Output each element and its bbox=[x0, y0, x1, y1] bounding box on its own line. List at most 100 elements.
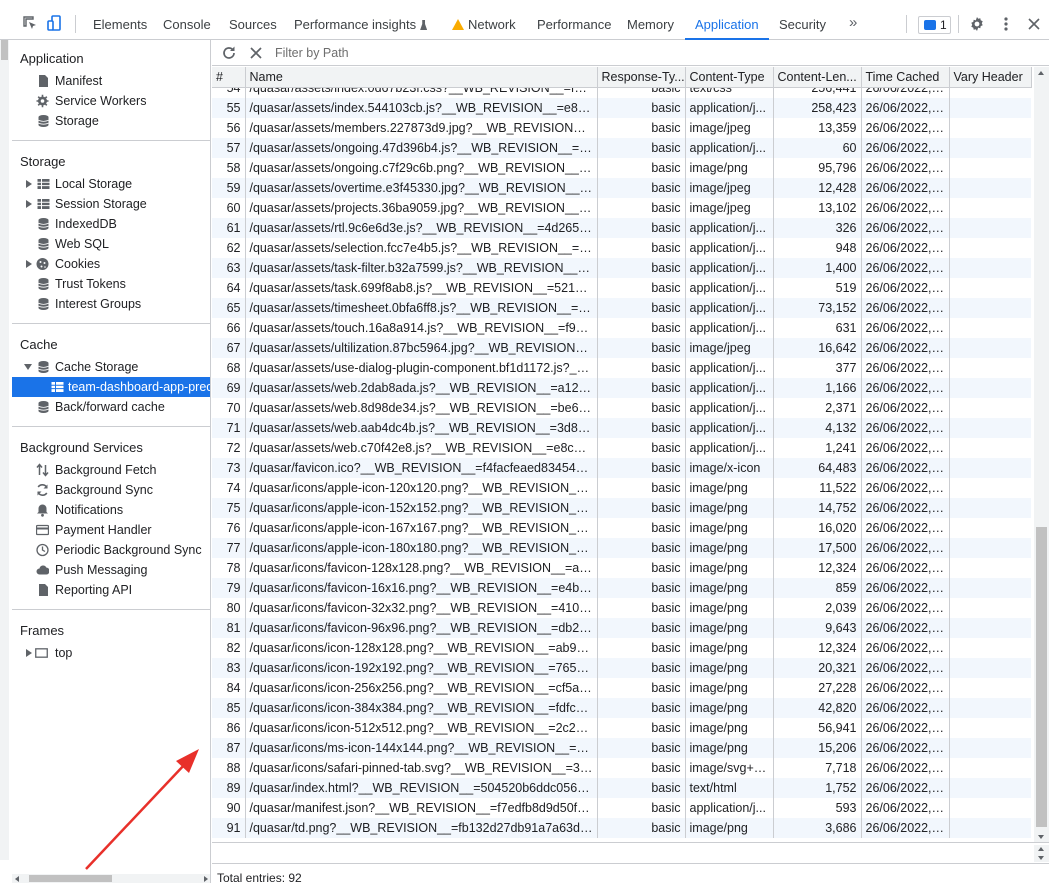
table-row[interactable]: 55/quasar/assets/index.544103cb.js?__WB_… bbox=[212, 98, 1031, 118]
scroll-left-icon[interactable] bbox=[15, 876, 19, 882]
sidebar-item-web-sql[interactable]: Web SQL bbox=[12, 234, 210, 254]
sidebar-item-push-messaging[interactable]: Push Messaging bbox=[12, 560, 210, 580]
column-header-name[interactable]: Name bbox=[245, 67, 598, 88]
table-row[interactable]: 88/quasar/icons/safari-pinned-tab.svg?__… bbox=[212, 758, 1031, 778]
sidebar-item-storage[interactable]: Storage bbox=[12, 111, 210, 131]
table-vertical-scrollbar[interactable] bbox=[1034, 67, 1049, 842]
column-header-time-cached[interactable]: Time Cached bbox=[861, 67, 950, 88]
sidebar-item-notifications[interactable]: Notifications bbox=[12, 500, 210, 520]
column-header-content-length[interactable]: Content-Len... bbox=[773, 67, 862, 88]
table-row[interactable]: 72/quasar/assets/web.c70f42e8.js?__WB_RE… bbox=[212, 438, 1031, 458]
filter-by-path-input[interactable] bbox=[272, 43, 1048, 63]
table-row[interactable]: 67/quasar/assets/ultilization.87bc5964.j… bbox=[212, 338, 1031, 358]
sidebar-item-back-forward-cache[interactable]: Back/forward cache bbox=[12, 397, 210, 417]
column-header-index[interactable]: # bbox=[212, 67, 246, 88]
scroll-down-icon[interactable] bbox=[1038, 856, 1044, 860]
table-row[interactable]: 56/quasar/assets/members.227873d9.jpg?__… bbox=[212, 118, 1031, 138]
table-row[interactable]: 84/quasar/icons/icon-256x256.png?__WB_RE… bbox=[212, 678, 1031, 698]
preview-scrollbar[interactable] bbox=[1034, 845, 1049, 862]
sidebar-item-background-sync[interactable]: Background Sync bbox=[12, 480, 210, 500]
expand-arrow-icon[interactable] bbox=[26, 260, 32, 268]
close-icon[interactable] bbox=[1027, 16, 1041, 32]
sidebar-item-trust-tokens[interactable]: Trust Tokens bbox=[12, 274, 210, 294]
column-header-vary-header[interactable]: Vary Header bbox=[949, 67, 1032, 88]
clear-icon[interactable] bbox=[249, 45, 263, 61]
tab-memory[interactable]: Memory bbox=[627, 9, 674, 40]
table-row[interactable]: 58/quasar/assets/ongoing.c7f29c6b.png?__… bbox=[212, 158, 1031, 178]
sidebar-item-frame-top[interactable]: top bbox=[12, 643, 210, 663]
tab-elements[interactable]: Elements bbox=[93, 9, 147, 40]
scrollbar-thumb[interactable] bbox=[1036, 527, 1047, 827]
tab-performance[interactable]: Performance bbox=[537, 9, 611, 40]
table-row[interactable]: 77/quasar/icons/apple-icon-180x180.png?_… bbox=[212, 538, 1031, 558]
table-row[interactable]: 89/quasar/index.html?__WB_REVISION__=504… bbox=[212, 778, 1031, 798]
sidebar-item-cookies[interactable]: Cookies bbox=[12, 254, 210, 274]
table-row[interactable]: 75/quasar/icons/apple-icon-152x152.png?_… bbox=[212, 498, 1031, 518]
expand-arrow-icon[interactable] bbox=[26, 200, 32, 208]
table-row[interactable]: 78/quasar/icons/favicon-128x128.png?__WB… bbox=[212, 558, 1031, 578]
table-row[interactable]: 54/quasar/assets/index.0d67b23f.css?__WB… bbox=[212, 88, 1031, 98]
table-row[interactable]: 76/quasar/icons/apple-icon-167x167.png?_… bbox=[212, 518, 1031, 538]
column-header-content-type[interactable]: Content-Type bbox=[685, 67, 774, 88]
scrollbar-thumb[interactable] bbox=[1, 40, 8, 60]
table-row[interactable]: 62/quasar/assets/selection.fcc7e4b5.js?_… bbox=[212, 238, 1031, 258]
table-row[interactable]: 59/quasar/assets/overtime.e3f45330.jpg?_… bbox=[212, 178, 1031, 198]
scroll-up-icon[interactable] bbox=[1038, 847, 1044, 851]
table-row[interactable]: 80/quasar/icons/favicon-32x32.png?__WB_R… bbox=[212, 598, 1031, 618]
scroll-down-icon[interactable] bbox=[1038, 835, 1044, 839]
table-row[interactable]: 68/quasar/assets/use-dialog-plugin-compo… bbox=[212, 358, 1031, 378]
expand-arrow-icon[interactable] bbox=[26, 180, 32, 188]
inspect-element-icon[interactable] bbox=[22, 15, 38, 31]
gear-icon[interactable] bbox=[969, 16, 985, 32]
scroll-right-icon[interactable] bbox=[204, 876, 208, 882]
collapse-arrow-icon[interactable] bbox=[24, 364, 32, 370]
table-row[interactable]: 73/quasar/favicon.ico?__WB_REVISION__=f4… bbox=[212, 458, 1031, 478]
table-row[interactable]: 61/quasar/assets/rtl.9c6e6d3e.js?__WB_RE… bbox=[212, 218, 1031, 238]
table-body-viewport[interactable]: 54/quasar/assets/index.0d67b23f.css?__WB… bbox=[212, 88, 1031, 842]
sidebar-horizontal-scrollbar[interactable] bbox=[12, 874, 210, 883]
sidebar-item-manifest[interactable]: Manifest bbox=[12, 71, 210, 91]
table-row[interactable]: 87/quasar/icons/ms-icon-144x144.png?__WB… bbox=[212, 738, 1031, 758]
tab-application[interactable]: Application bbox=[685, 9, 769, 40]
sidebar-item-precache-entry[interactable]: team-dashboard-app-precache-v2-https:// bbox=[12, 377, 210, 397]
refresh-icon[interactable] bbox=[221, 45, 237, 61]
table-row[interactable]: 60/quasar/assets/projects.36ba9059.jpg?_… bbox=[212, 198, 1031, 218]
sidebar-item-payment-handler[interactable]: Payment Handler bbox=[12, 520, 210, 540]
tab-console[interactable]: Console bbox=[163, 9, 211, 40]
table-row[interactable]: 81/quasar/icons/favicon-96x96.png?__WB_R… bbox=[212, 618, 1031, 638]
table-row[interactable]: 85/quasar/icons/icon-384x384.png?__WB_RE… bbox=[212, 698, 1031, 718]
expand-arrow-icon[interactable] bbox=[26, 649, 32, 657]
device-toolbar-icon[interactable] bbox=[47, 15, 63, 31]
sidebar-item-session-storage[interactable]: Session Storage bbox=[12, 194, 210, 214]
table-row[interactable]: 79/quasar/icons/favicon-16x16.png?__WB_R… bbox=[212, 578, 1031, 598]
sidebar-item-interest-groups[interactable]: Interest Groups bbox=[12, 294, 210, 314]
sidebar-item-background-fetch[interactable]: Background Fetch bbox=[12, 460, 210, 480]
sidebar-item-service-workers[interactable]: Service Workers bbox=[12, 91, 210, 111]
table-row[interactable]: 82/quasar/icons/icon-128x128.png?__WB_RE… bbox=[212, 638, 1031, 658]
scroll-up-icon[interactable] bbox=[1038, 71, 1044, 75]
table-row[interactable]: 90/quasar/manifest.json?__WB_REVISION__=… bbox=[212, 798, 1031, 818]
column-header-response-type[interactable]: Response-Ty... bbox=[597, 67, 686, 88]
table-row[interactable]: 86/quasar/icons/icon-512x512.png?__WB_RE… bbox=[212, 718, 1031, 738]
table-row[interactable]: 69/quasar/assets/web.2dab8ada.js?__WB_RE… bbox=[212, 378, 1031, 398]
table-row[interactable]: 66/quasar/assets/touch.16a8a914.js?__WB_… bbox=[212, 318, 1031, 338]
sidebar-scrollbar[interactable] bbox=[0, 40, 9, 860]
sidebar-item-indexeddb[interactable]: IndexedDB bbox=[12, 214, 210, 234]
table-row[interactable]: 70/quasar/assets/web.8d98de34.js?__WB_RE… bbox=[212, 398, 1031, 418]
tab-performance-insights[interactable]: Performance insights bbox=[294, 9, 428, 40]
table-row[interactable]: 57/quasar/assets/ongoing.47d396b4.js?__W… bbox=[212, 138, 1031, 158]
more-options-icon[interactable] bbox=[999, 16, 1013, 32]
tab-security[interactable]: Security bbox=[779, 9, 826, 40]
table-row[interactable]: 64/quasar/assets/task.699f8ab8.js?__WB_R… bbox=[212, 278, 1031, 298]
scrollbar-thumb[interactable] bbox=[29, 875, 112, 882]
preview-pane-splitter[interactable] bbox=[212, 842, 1049, 862]
sidebar-item-periodic-background-sync[interactable]: Periodic Background Sync bbox=[12, 540, 210, 560]
sidebar-item-reporting-api[interactable]: Reporting API bbox=[12, 580, 210, 600]
table-row[interactable]: 83/quasar/icons/icon-192x192.png?__WB_RE… bbox=[212, 658, 1031, 678]
tab-network[interactable]: Network bbox=[452, 9, 516, 40]
table-row[interactable]: 74/quasar/icons/apple-icon-120x120.png?_… bbox=[212, 478, 1031, 498]
more-tabs-button[interactable]: » bbox=[849, 14, 858, 31]
table-row[interactable]: 91/quasar/td.png?__WB_REVISION__=fb132d2… bbox=[212, 818, 1031, 838]
tab-sources[interactable]: Sources bbox=[229, 9, 277, 40]
table-row[interactable]: 65/quasar/assets/timesheet.0bfa6ff8.js?_… bbox=[212, 298, 1031, 318]
